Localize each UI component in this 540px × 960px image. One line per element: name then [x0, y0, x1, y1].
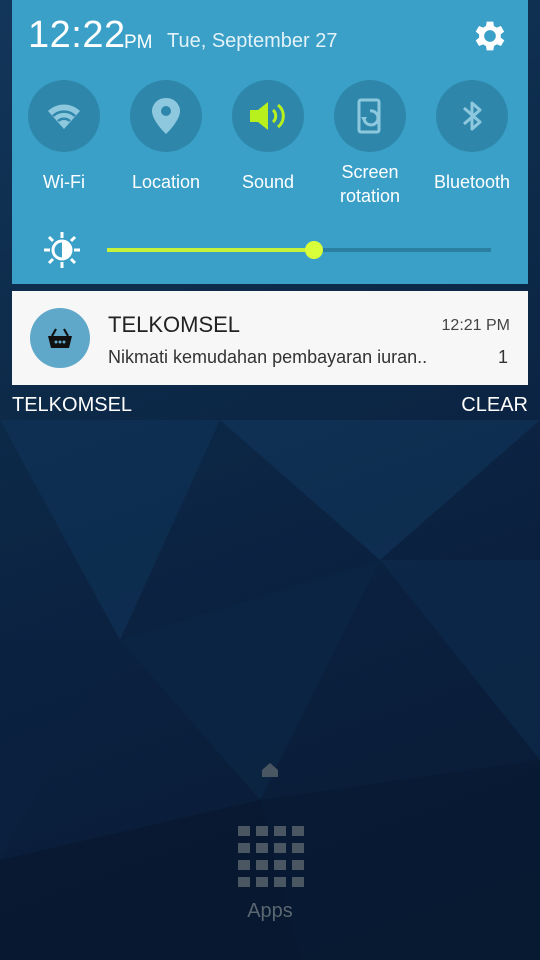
brightness-slider[interactable] — [107, 241, 491, 259]
notification-time: 12:21 PM — [441, 317, 510, 334]
wifi-icon — [28, 80, 100, 152]
tile-sound[interactable]: Sound — [218, 80, 318, 194]
notification-card[interactable]: TELKOMSEL 12:21 PM Nikmati kemudahan pem… — [12, 291, 528, 385]
brightness-fill — [107, 248, 315, 252]
tile-label: Bluetooth — [433, 172, 511, 192]
bluetooth-icon — [436, 80, 508, 152]
sound-icon — [232, 80, 304, 152]
apps-label[interactable]: Apps — [0, 900, 540, 923]
clear-button[interactable]: CLEAR — [461, 394, 528, 417]
home-page-indicator-icon — [262, 763, 278, 777]
tile-label: Sound — [241, 172, 295, 192]
clock-ampm: PM — [124, 32, 153, 53]
quick-settings-panel: 12:22 PM Tue, September 27 Wi-Fi Locatio… — [12, 0, 528, 284]
screen-rotation-icon — [334, 80, 406, 152]
tile-location[interactable]: Location — [116, 80, 216, 194]
carrier-label: TELKOMSEL — [12, 394, 133, 416]
tile-label: Screen rotation — [339, 162, 401, 206]
settings-gear-icon[interactable] — [470, 16, 510, 56]
brightness-knob[interactable] — [305, 241, 324, 259]
date: Tue, September 27 — [167, 30, 338, 52]
apps-grid-icon[interactable] — [238, 826, 304, 890]
notification-title: TELKOMSEL — [108, 312, 241, 337]
tile-screen-rotation[interactable]: Screen rotation — [320, 80, 420, 208]
notification-count: 1 — [497, 347, 508, 367]
clock: 12:22 — [28, 14, 126, 56]
location-icon — [130, 80, 202, 152]
tile-wifi[interactable]: Wi-Fi — [14, 80, 114, 194]
brightness-icon[interactable] — [42, 230, 82, 270]
tile-bluetooth[interactable]: Bluetooth — [422, 80, 522, 194]
shopping-basket-icon — [30, 308, 90, 368]
notification-message: Nikmati kemudahan pembayaran iuran.. — [108, 347, 428, 367]
tile-label: Location — [131, 172, 201, 192]
tile-label: Wi-Fi — [43, 172, 85, 192]
